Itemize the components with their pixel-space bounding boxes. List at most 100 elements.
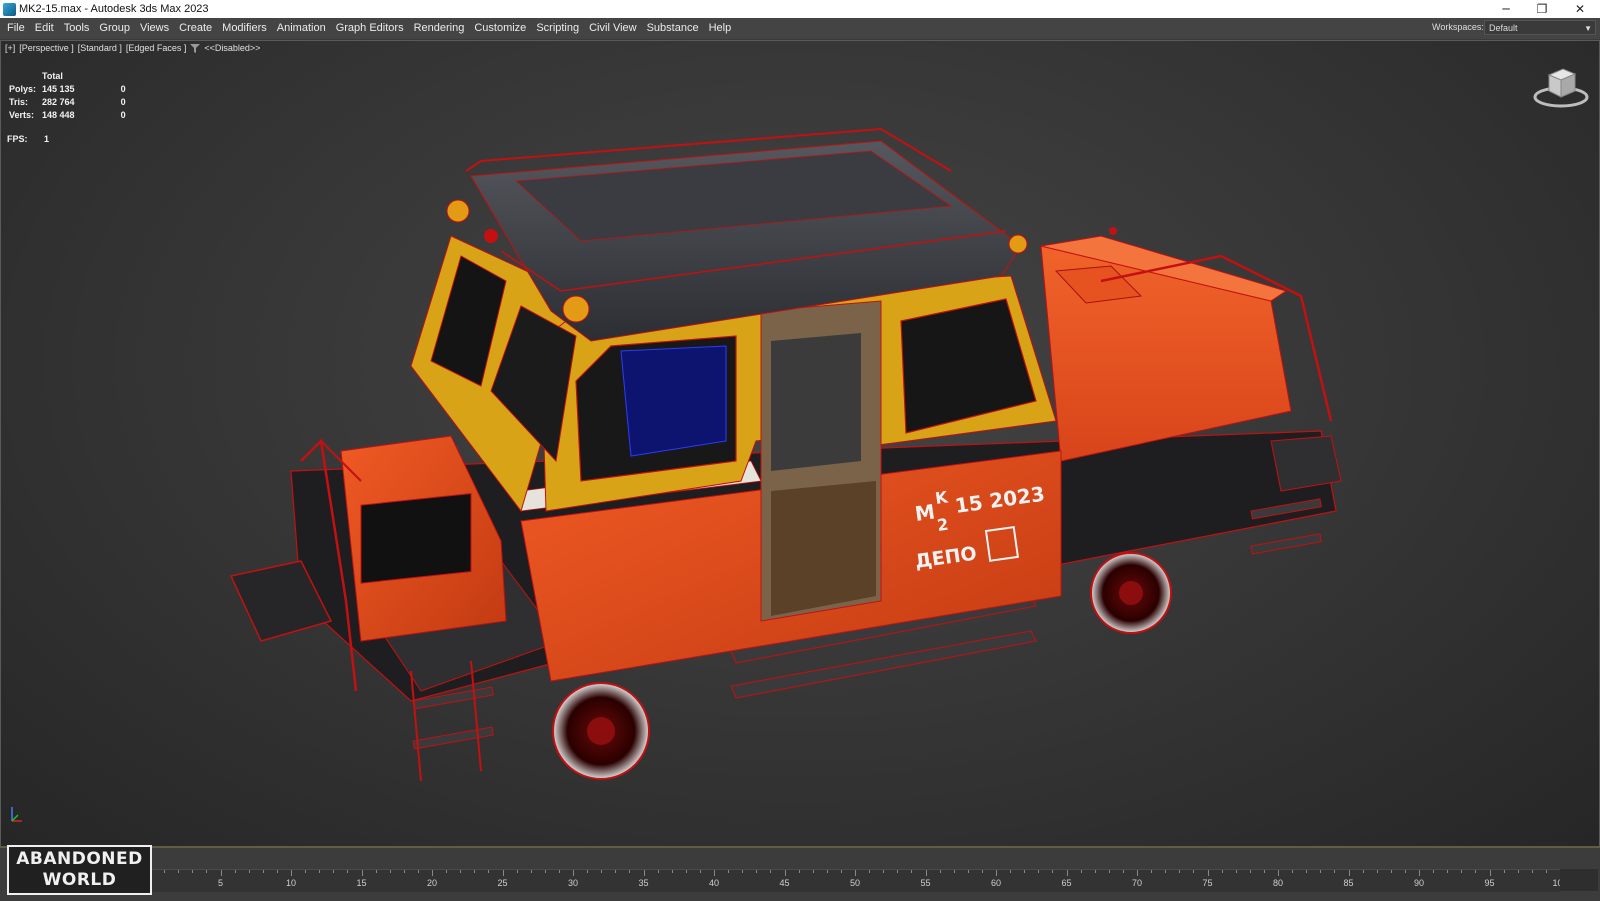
timeline-tick bbox=[1461, 870, 1463, 873]
timeline-tick bbox=[981, 870, 983, 873]
menu-rendering[interactable]: Rendering bbox=[409, 18, 470, 39]
viewport-point-of-view-menu[interactable]: [Perspective ] bbox=[19, 43, 74, 53]
viewport-general-menu[interactable]: [+] bbox=[5, 43, 15, 53]
close-button[interactable]: ✕ bbox=[1562, 0, 1598, 18]
stats-row-verts: Verts: 148 448 0 bbox=[7, 108, 128, 121]
timeline-tick bbox=[234, 870, 236, 873]
menu-help[interactable]: Help bbox=[704, 18, 737, 39]
fps-label: FPS: bbox=[7, 134, 28, 144]
timeline-tick bbox=[1362, 870, 1364, 873]
timeline-tick bbox=[855, 870, 856, 876]
stats-selected: 0 bbox=[120, 83, 126, 94]
timeline-tick bbox=[996, 870, 997, 876]
stats-row-tris: Tris: 282 764 0 bbox=[7, 95, 128, 108]
timeline-tick bbox=[911, 870, 913, 873]
timeline-tick-label: 55 bbox=[920, 878, 931, 888]
timeline-tick bbox=[291, 870, 292, 876]
menu-views[interactable]: Views bbox=[135, 18, 174, 39]
timeline-tick bbox=[770, 870, 772, 873]
workspace-dropdown[interactable]: Default ▼ bbox=[1484, 20, 1596, 35]
timeline-tick bbox=[333, 870, 335, 873]
menu-customize[interactable]: Customize bbox=[469, 18, 531, 39]
timeline-tick bbox=[319, 870, 321, 873]
timeline-tick bbox=[220, 870, 222, 876]
menu-graph-editors[interactable]: Graph Editors bbox=[331, 18, 409, 39]
timeline-tick bbox=[1024, 870, 1026, 873]
menu-group[interactable]: Group bbox=[94, 18, 135, 39]
timeline-tick bbox=[361, 870, 363, 876]
timeline-tick-label: 15 bbox=[356, 878, 367, 888]
timeline-tick bbox=[1390, 870, 1392, 873]
stats-label: Polys: bbox=[9, 83, 37, 94]
abandoned-world-logo: ABANDONED WORLD bbox=[7, 845, 152, 895]
timeline-tick bbox=[671, 870, 673, 873]
timeline-tick bbox=[1475, 870, 1477, 873]
menu-tools[interactable]: Tools bbox=[59, 18, 95, 39]
menu-animation[interactable]: Animation bbox=[272, 18, 331, 39]
menu-edit[interactable]: Edit bbox=[30, 18, 59, 39]
timeline-tick bbox=[516, 870, 518, 873]
viewport-shading-menu[interactable]: [Standard ] bbox=[78, 43, 122, 53]
timeline-tick bbox=[587, 870, 589, 873]
timeline-tick-label: 50 bbox=[849, 878, 861, 888]
menu-bar: File Edit Tools Group Views Create Modif… bbox=[0, 18, 1600, 40]
menu-file[interactable]: File bbox=[2, 18, 30, 39]
timeline-tick bbox=[488, 870, 490, 873]
timeline-tick bbox=[1292, 870, 1294, 873]
timeline-tick bbox=[967, 870, 969, 873]
timeline-tick bbox=[544, 870, 546, 873]
minimize-button[interactable]: ─ bbox=[1488, 0, 1524, 18]
rear-wheel bbox=[1090, 552, 1172, 634]
timeline-tick bbox=[601, 870, 603, 873]
menu-civil-view[interactable]: Civil View bbox=[584, 18, 641, 39]
viewport-filter-state[interactable]: <<Disabled>> bbox=[204, 43, 260, 53]
timeline-tick bbox=[1221, 870, 1223, 873]
menu-modifiers[interactable]: Modifiers bbox=[217, 18, 272, 39]
timeline-tick-label: 45 bbox=[779, 878, 790, 888]
timeline-tick bbox=[573, 870, 574, 876]
timeline[interactable]: 5101520253035404550556065707580859095100 bbox=[0, 847, 1600, 901]
timeline-tick bbox=[192, 870, 194, 873]
timeline-tick bbox=[714, 870, 715, 876]
timeline-tick bbox=[1320, 870, 1322, 873]
cab-number-letter: M bbox=[913, 499, 936, 526]
timeline-tick bbox=[1108, 870, 1110, 873]
filter-icon[interactable] bbox=[190, 43, 201, 53]
logo-line-1: ABANDONED bbox=[16, 849, 143, 869]
stats-total: 282 764 bbox=[42, 96, 75, 107]
menu-substance[interactable]: Substance bbox=[642, 18, 704, 39]
menu-create[interactable]: Create bbox=[174, 18, 217, 39]
3dsmax-app-icon[interactable] bbox=[3, 2, 16, 16]
timeline-tick bbox=[1151, 870, 1153, 873]
perspective-viewport[interactable]: M K 2 15 2023 ДЕПО [+] [Perspective ] [S… bbox=[0, 40, 1600, 847]
timeline-tick bbox=[1165, 870, 1167, 873]
timeline-tick bbox=[305, 870, 307, 873]
axis-tripod-icon bbox=[11, 807, 22, 822]
timeline-tick bbox=[1433, 870, 1435, 873]
timeline-tick bbox=[206, 870, 208, 873]
restore-button[interactable]: ❐ bbox=[1524, 0, 1560, 18]
locomotive-model[interactable]: M K 2 15 2023 ДЕПО bbox=[1, 41, 1600, 847]
fps-readout: FPS: 1 bbox=[7, 134, 128, 144]
logo-line-2: WORLD bbox=[42, 870, 117, 890]
timeline-tick bbox=[446, 870, 448, 873]
menu-scripting[interactable]: Scripting bbox=[531, 18, 584, 39]
viewport-label-menu[interactable]: [+] [Perspective ] [Standard ] [Edged Fa… bbox=[5, 43, 260, 53]
timeline-tick bbox=[417, 870, 419, 873]
timeline-tick bbox=[925, 870, 927, 876]
timeline-tick bbox=[530, 870, 532, 873]
viewcube-icon[interactable] bbox=[1531, 61, 1591, 111]
timeline-tick bbox=[1038, 870, 1040, 873]
timeline-tick bbox=[1207, 870, 1209, 876]
stats-selected: 0 bbox=[120, 109, 126, 120]
timeline-tick bbox=[826, 870, 828, 873]
timeline-tick bbox=[276, 870, 278, 873]
timeline-tick-label: 65 bbox=[1061, 878, 1072, 888]
timeline-tick-label: 70 bbox=[1131, 878, 1143, 888]
timeline-tick bbox=[1193, 870, 1195, 873]
viewport-display-menu[interactable]: [Edged Faces ] bbox=[126, 43, 187, 53]
timeline-tick bbox=[742, 870, 744, 873]
track-bar[interactable]: 5101520253035404550556065707580859095100 bbox=[150, 869, 1568, 892]
timeline-tick-label: 10 bbox=[285, 878, 297, 888]
timeline-tick bbox=[1517, 870, 1519, 873]
